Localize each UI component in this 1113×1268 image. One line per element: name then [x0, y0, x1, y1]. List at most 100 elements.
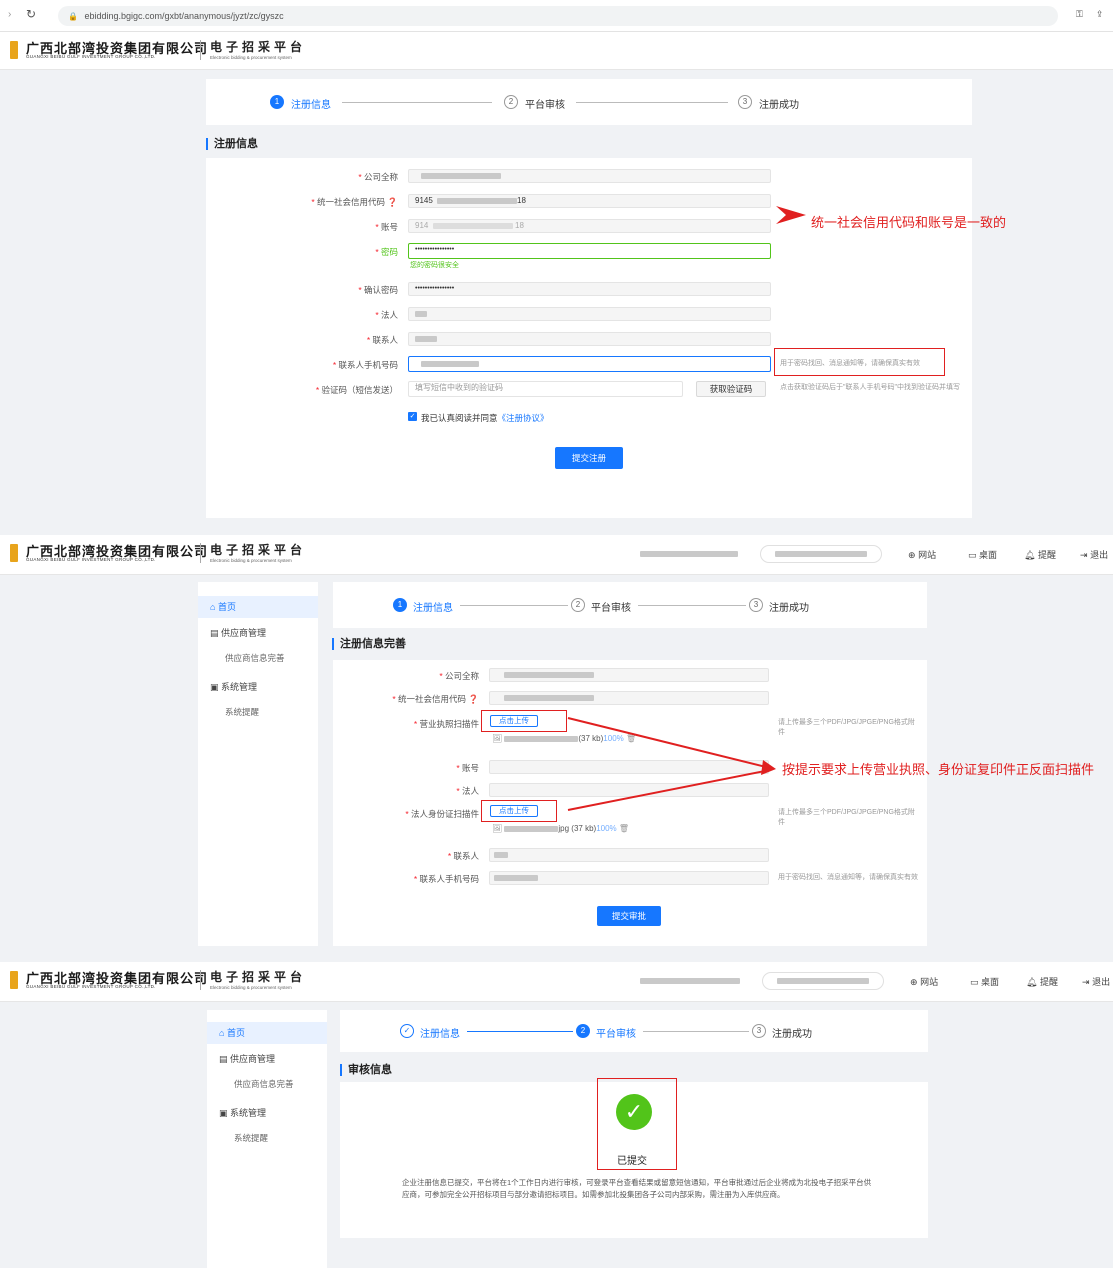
step-1-label: 注册信息	[413, 603, 453, 614]
user-badge[interactable]	[762, 972, 884, 990]
verify-code-label: 验证码（短信发送）	[321, 385, 398, 395]
annotation-arrow-icon	[776, 206, 806, 224]
brand-en: GUANGXI BEIBU GULF INVESTMENT GROUP CO.,…	[26, 557, 156, 562]
nav-desk[interactable]: ▭ 桌面	[970, 975, 999, 988]
step-2-label: 平台审核	[596, 1029, 636, 1040]
license-upload-button[interactable]: 点击上传	[490, 715, 538, 727]
platform-subtitle: Electronic bidding & procurement system	[210, 558, 292, 563]
steps-card-1: 1 注册信息 2 平台审核 3 注册成功	[206, 79, 972, 125]
steps-card-2: 1 注册信息 2 平台审核 3 注册成功	[333, 582, 927, 628]
logo-icon	[10, 544, 18, 562]
user-company	[640, 551, 738, 557]
divider	[200, 970, 201, 990]
step-line	[576, 102, 728, 103]
step-2-number: 2	[571, 598, 585, 612]
account-label: 账号	[380, 222, 398, 232]
company-label: 公司全称	[363, 172, 398, 182]
globe-icon: ⊕	[910, 977, 918, 987]
id-upload-button[interactable]: 点击上传	[490, 805, 538, 817]
logo-icon	[10, 971, 18, 989]
sidebar-item-system[interactable]: ▣ 系统管理	[219, 1106, 266, 1119]
sidebar-item-supplier[interactable]: ▤ 供应商管理	[210, 626, 266, 639]
header-2: 广西北部湾投资集团有限公司 GUANGXI BEIBU GULF INVESTM…	[0, 535, 1113, 575]
contact-input	[489, 848, 769, 862]
legal-person-label: 法人	[380, 310, 398, 320]
contact-phone-input[interactable]	[408, 356, 771, 372]
sidebar-item-supplier-info[interactable]: 供应商信息完善	[225, 652, 285, 664]
platform-title: 电子招采平台	[210, 40, 307, 54]
bell-icon: 🔔︎	[1026, 977, 1038, 987]
nav-desk[interactable]: ▭ 桌面	[968, 548, 997, 561]
step-3-label: 注册成功	[772, 1029, 812, 1040]
status-submitted: 已提交	[617, 1156, 647, 1167]
nav-site[interactable]: ⊕ 网站	[908, 548, 936, 561]
step-1-number: 1	[393, 598, 407, 612]
password-strength-hint: 您的密码很安全	[410, 262, 459, 269]
divider	[200, 40, 201, 60]
annotation-arrow-icon	[567, 717, 776, 811]
platform-title: 电子招采平台	[210, 970, 307, 984]
sidebar-item-system[interactable]: ▣ 系统管理	[210, 680, 257, 693]
step-3-label: 注册成功	[759, 100, 799, 111]
header-1: 广西北部湾投资集团有限公司 GUANGXI BEIBU GULF INVESTM…	[0, 32, 1113, 70]
get-code-button[interactable]: 获取验证码	[696, 381, 766, 397]
nav-remind[interactable]: 🔔︎ 提醒	[1026, 975, 1058, 988]
platform-subtitle: Electronic bidding & procurement system	[210, 985, 292, 990]
sidebar-item-supplier-info[interactable]: 供应商信息完善	[234, 1078, 294, 1090]
key-icon[interactable]: ⚿	[1076, 9, 1083, 20]
verify-code-input[interactable]: 填写短信中收到的验证码	[408, 381, 683, 397]
document-icon: ▤	[219, 1054, 228, 1064]
help-icon[interactable]: ❓	[387, 197, 398, 207]
nav-logout[interactable]: ⇥ 退出	[1080, 548, 1108, 561]
submit-approval-button[interactable]: 提交审批	[597, 906, 661, 926]
confirm-password-input[interactable]: ••••••••••••••••	[408, 282, 771, 296]
confirm-password-label: 确认密码	[363, 285, 398, 295]
reload-icon[interactable]: ↻	[26, 7, 36, 21]
home-icon: ⌂	[219, 1028, 225, 1038]
help-icon: ❓	[468, 694, 479, 704]
brand-en: GUANGXI BEIBU GULF INVESTMENT GROUP CO.,…	[26, 54, 156, 59]
user-company	[640, 978, 740, 984]
logout-icon: ⇥	[1080, 550, 1088, 560]
company-input[interactable]	[408, 169, 771, 183]
legal-person-input[interactable]	[408, 307, 771, 321]
section-title-register: 注册信息	[206, 138, 258, 150]
nav-remind[interactable]: 🔔︎ 提醒	[1024, 548, 1056, 561]
sidebar-item-home[interactable]: ⌂ 首页	[198, 596, 318, 618]
credit-code-input[interactable]: 9145 18	[408, 194, 771, 208]
step-3-number: 3	[738, 95, 752, 109]
home-icon: ⌂	[210, 602, 216, 612]
contact-input[interactable]	[408, 332, 771, 346]
credit-code-input	[489, 691, 769, 705]
sidebar-item-supplier[interactable]: ▤ 供应商管理	[219, 1052, 275, 1065]
password-input[interactable]: ••••••••••••••••	[408, 243, 771, 259]
brand-en: GUANGXI BEIBU GULF INVESTMENT GROUP CO.,…	[26, 984, 156, 989]
submit-register-button[interactable]: 提交注册	[555, 447, 623, 469]
account-input: 914 18	[408, 219, 771, 233]
verify-hint: 点击获取验证码后于"联系人手机号码"中找到验证码并填写	[780, 384, 960, 391]
sidebar-item-sys-remind[interactable]: 系统提醒	[234, 1132, 268, 1144]
divider	[200, 543, 201, 563]
address-bar[interactable]: 🔒 ebidding.bgigc.com/gxbt/ananymous/jyzt…	[58, 6, 1058, 26]
user-badge[interactable]	[760, 545, 882, 563]
step-line	[643, 1031, 749, 1032]
step-line	[342, 102, 492, 103]
section-title-review: 审核信息	[340, 1064, 392, 1076]
steps-card-3: ✓ 注册信息 2 平台审核 3 注册成功	[340, 1010, 928, 1052]
desktop-icon: ▭	[970, 977, 979, 987]
sidebar-item-home[interactable]: ⌂ 首页	[207, 1022, 327, 1044]
nav-logout[interactable]: ⇥ 退出	[1082, 975, 1110, 988]
step-1-label: 注册信息	[420, 1029, 460, 1040]
agree-checkbox[interactable]: ✓	[408, 412, 417, 421]
monitor-icon: ▣	[219, 1108, 228, 1118]
agreement-link[interactable]: 《注册协议》	[498, 413, 549, 423]
step-1-label: 注册信息	[291, 100, 331, 111]
image-file-icon: 🖼︎	[492, 734, 503, 743]
image-file-icon: 🖼︎	[492, 824, 503, 833]
share-icon[interactable]: ⇪	[1096, 9, 1104, 20]
id-upload-hint: 请上传最多三个PDF/JPG/JPGE/PNG格式附件	[778, 809, 915, 826]
nav-site[interactable]: ⊕ 网站	[910, 975, 938, 988]
sidebar-item-sys-remind[interactable]: 系统提醒	[225, 706, 259, 718]
license-upload-hint: 请上传最多三个PDF/JPG/JPGE/PNG格式附件	[778, 719, 915, 736]
forward-icon[interactable]: ›	[8, 9, 11, 20]
